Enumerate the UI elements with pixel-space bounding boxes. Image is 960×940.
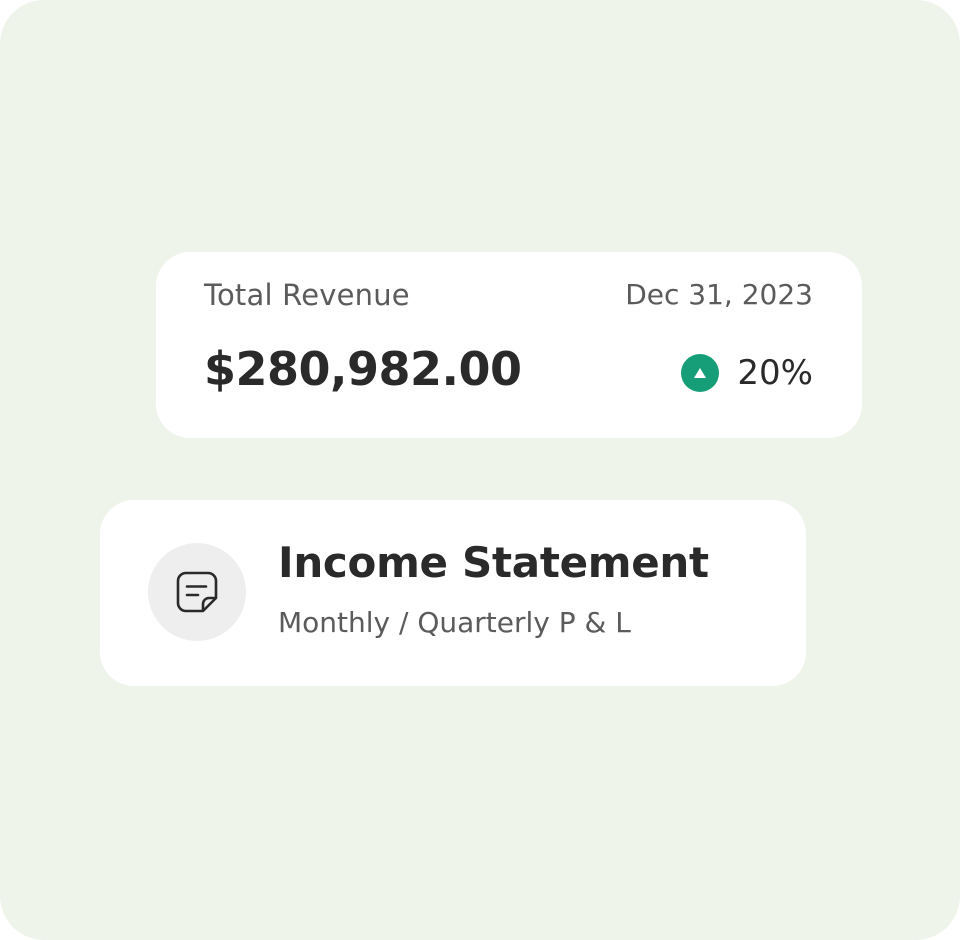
revenue-title: Total Revenue: [204, 278, 410, 312]
revenue-change: 20%: [681, 353, 813, 393]
document-icon-container: [148, 543, 246, 641]
triangle-up-icon: [681, 354, 720, 392]
statement-subtitle: Monthly / Quarterly P & L: [278, 606, 631, 639]
change-percent: 20%: [737, 353, 813, 393]
statement-title: Income Statement: [278, 538, 709, 587]
revenue-card[interactable]: Total Revenue Dec 31, 2023 $280,982.00 2…: [156, 252, 862, 438]
canvas: Total Revenue Dec 31, 2023 $280,982.00 2…: [0, 0, 960, 940]
revenue-date: Dec 31, 2023: [625, 278, 813, 311]
revenue-amount: $280,982.00: [204, 342, 522, 396]
document-icon: [176, 571, 218, 613]
income-statement-card[interactable]: Income Statement Monthly / Quarterly P &…: [100, 500, 806, 686]
